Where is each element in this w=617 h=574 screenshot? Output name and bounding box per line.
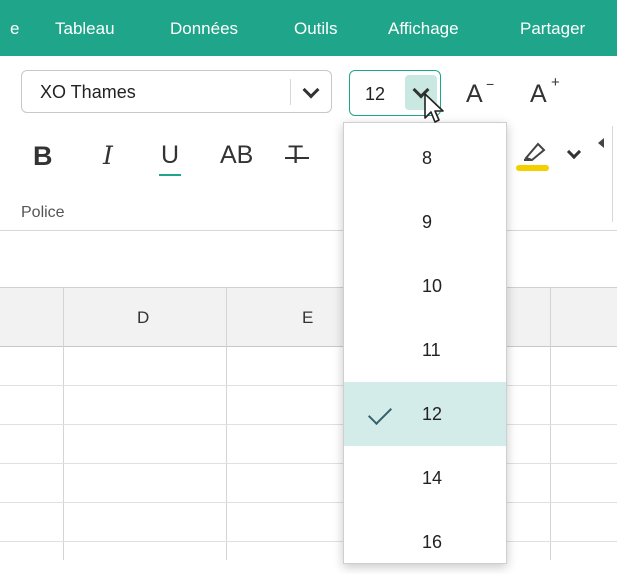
strikethrough-label: T: [288, 141, 304, 169]
increase-font-size-button[interactable]: A +: [530, 74, 560, 109]
scroll-left-arrow-icon[interactable]: [598, 138, 604, 148]
decrease-font-size-button[interactable]: A −: [466, 76, 494, 109]
minus-sign-icon: −: [486, 76, 495, 92]
grid-hline: [0, 385, 617, 386]
font-name-select[interactable]: XO Thames: [21, 70, 332, 113]
font-size-option-11[interactable]: 11: [344, 318, 506, 382]
font-size-option-8[interactable]: 8: [344, 126, 506, 190]
highlight-color-bar: [516, 165, 549, 171]
italic-button[interactable]: I: [103, 141, 113, 170]
font-size-option-9[interactable]: 9: [344, 190, 506, 254]
chevron-down-icon[interactable]: [302, 81, 320, 99]
menu-item-affichage[interactable]: Affichage: [388, 19, 459, 39]
font-name-value: XO Thames: [40, 82, 136, 102]
menu-item-donnees[interactable]: Données: [170, 19, 238, 39]
font-group-label: Police: [21, 204, 65, 221]
decrease-font-size-label: A: [466, 80, 483, 108]
option-label: 9: [422, 212, 433, 232]
font-size-option-14[interactable]: 14: [344, 446, 506, 510]
font-size-value: 12: [365, 84, 386, 104]
menu-item-partager[interactable]: Partager: [520, 19, 585, 39]
menu-item-tableau[interactable]: Tableau: [55, 19, 115, 39]
option-label: 8: [422, 148, 433, 168]
checkmark-icon: [367, 400, 393, 426]
option-label: 12: [422, 404, 443, 424]
increase-font-size-label: A: [530, 80, 547, 108]
menu-item-outils[interactable]: Outils: [294, 19, 337, 39]
menu-bar: e Tableau Données Outils Affichage Parta…: [0, 0, 617, 56]
font-size-option-12[interactable]: 12: [344, 382, 506, 446]
formula-bar-area: [0, 231, 617, 287]
mouse-cursor-icon: [424, 93, 444, 123]
font-size-dropdown: 8 9 10 11 12 14 16: [343, 122, 507, 564]
grid-hline: [0, 502, 617, 503]
bold-button[interactable]: B: [33, 141, 53, 172]
option-label: 11: [422, 340, 441, 360]
option-label: 14: [422, 468, 443, 488]
column-header-e[interactable]: E: [302, 308, 313, 328]
column-header-d[interactable]: D: [137, 308, 149, 328]
column-headers: D E: [0, 287, 617, 347]
strike-line-icon: [285, 157, 309, 159]
marker-icon: [524, 142, 546, 162]
strikethrough-button[interactable]: T: [285, 141, 309, 170]
option-label: 10: [422, 276, 443, 296]
grid-hline: [0, 463, 617, 464]
plus-sign-icon: +: [551, 74, 560, 91]
group-separator: [612, 126, 613, 222]
underline-label: U: [161, 141, 180, 169]
underline-button[interactable]: U: [159, 141, 181, 176]
font-size-option-16[interactable]: 16: [344, 510, 506, 574]
grid-hline: [0, 541, 617, 542]
option-label: 16: [422, 532, 443, 552]
caps-button[interactable]: AB: [220, 141, 253, 170]
menu-item-partial[interactable]: e: [10, 19, 19, 39]
grid-hline: [0, 424, 617, 425]
font-size-option-10[interactable]: 10: [344, 254, 506, 318]
select-divider: [290, 79, 291, 105]
underline-bar-icon: [159, 174, 181, 176]
highlight-button[interactable]: [516, 140, 556, 176]
